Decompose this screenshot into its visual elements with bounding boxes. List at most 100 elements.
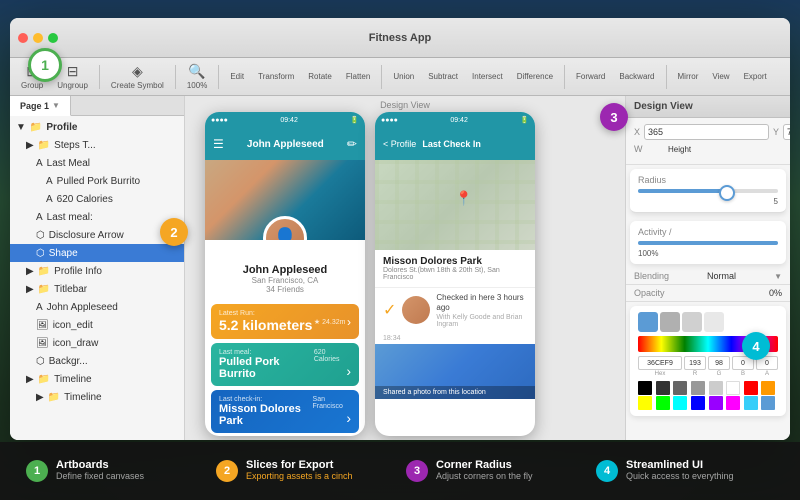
layer-item-last-meal[interactable]: A Last Meal (10, 154, 184, 172)
minimize-button[interactable] (33, 33, 43, 43)
palette-cyan[interactable] (673, 396, 687, 410)
rotate-button[interactable]: Rotate (303, 70, 337, 83)
text-icon: A (36, 212, 43, 223)
fill-opacity-row: Opacity 0% (626, 285, 790, 302)
shape-icon: ⬡ (36, 230, 45, 241)
palette-light-gray[interactable] (709, 381, 723, 395)
layer-item-profile[interactable]: ▼ 📁 Profile (10, 118, 184, 136)
color-swatch-gray3[interactable] (704, 312, 724, 332)
signal-icon: ●●●● (381, 117, 398, 124)
layer-item-icon-edit[interactable]: 🖼 icon_edit (10, 316, 184, 334)
color-swatches (638, 312, 778, 332)
bottom-bar: 1 Artboards Define fixed canvases 2 Slic… (0, 442, 800, 500)
layer-item-timeline[interactable]: ▶ 📁 Timeline (10, 370, 184, 388)
layer-item-last-meal2[interactable]: A Last meal: (10, 208, 184, 226)
flatten-button[interactable]: Flatten (341, 70, 375, 83)
y-input[interactable] (783, 124, 790, 140)
mirror-button[interactable]: Mirror (673, 70, 704, 83)
layer-item-steps[interactable]: ▶ 📁 Steps T... (10, 136, 184, 154)
ungroup-icon: ⊟ (67, 63, 79, 80)
map: 📍 (375, 160, 535, 250)
layer-item-titlebar[interactable]: ▶ 📁 Titlebar (10, 280, 184, 298)
union-button[interactable]: Union (388, 70, 419, 83)
battery-icon: 🔋 (350, 116, 359, 124)
radius-slider[interactable] (638, 189, 778, 193)
maximize-button[interactable] (48, 33, 58, 43)
palette-sky-blue[interactable] (761, 396, 775, 410)
main-content: Page 1 ▼ ▼ 📁 Profile ▶ 📁 Steps T... A (10, 96, 790, 440)
difference-button[interactable]: Difference (512, 70, 558, 83)
layer-item-icon-draw[interactable]: 🖼 icon_draw (10, 334, 184, 352)
inspector-header: Design View (626, 96, 790, 118)
hex-input-group: Hex (638, 356, 682, 377)
phone-status-bar: ●●●● 09:42 🔋 (205, 112, 365, 128)
palette-yellow[interactable] (638, 396, 652, 410)
text-icon: A (46, 194, 53, 205)
layer-item-john[interactable]: A John Appleseed (10, 298, 184, 316)
x-row: X Y (634, 124, 782, 140)
layer-item-shape[interactable]: ⬡ Shape (10, 244, 184, 262)
subtract-button[interactable]: Subtract (423, 70, 463, 83)
zoom-button[interactable]: 🔍 100% (182, 61, 212, 92)
layer-item-timeline-item[interactable]: ▶ 📁 Timeline (10, 388, 184, 406)
triangle-right-icon: ▶ (26, 266, 34, 277)
bottom-item-radius: 3 Corner Radius Adjust corners on the fl… (400, 459, 590, 483)
bottom-callout-3: 3 (406, 460, 428, 482)
view-button[interactable]: View (707, 70, 734, 83)
layer-item-profile-info[interactable]: ▶ 📁 Profile Info (10, 262, 184, 280)
tab-pages[interactable]: Page 1 ▼ (10, 96, 71, 116)
profile-avatar: 👤 (263, 216, 307, 240)
palette-red[interactable] (744, 381, 758, 395)
radius-label: Radius (638, 175, 778, 185)
avatar-face: 👤 (273, 226, 298, 241)
activity-slider[interactable] (638, 241, 778, 245)
layer-item-calories[interactable]: A 620 Calories (10, 190, 184, 208)
palette-purple[interactable] (709, 396, 723, 410)
map-pin: 📍 (455, 190, 472, 207)
export-button[interactable]: Export (739, 70, 772, 83)
intersect-button[interactable]: Intersect (467, 70, 508, 83)
palette-teal[interactable] (744, 396, 758, 410)
palette-dark-gray[interactable] (656, 381, 670, 395)
separator (99, 65, 100, 89)
triangle-right-icon: ▶ (26, 374, 34, 385)
palette-orange[interactable] (761, 381, 775, 395)
separator (666, 65, 667, 89)
menu-icon: ☰ (213, 137, 224, 151)
transform-button[interactable]: Transform (253, 70, 299, 83)
backward-button[interactable]: Backward (614, 70, 659, 83)
x-input[interactable] (644, 124, 769, 140)
color-swatch-blue[interactable] (638, 312, 658, 332)
edit-button[interactable]: Edit (225, 70, 249, 83)
blending-row: Blending Normal ▼ (626, 268, 790, 285)
layer-item-backgr[interactable]: ⬡ Backgr... (10, 352, 184, 370)
palette-gray[interactable] (673, 381, 687, 395)
battery-icon: 🔋 (520, 116, 529, 124)
forward-button[interactable]: Forward (571, 70, 610, 83)
color-swatch-gray1[interactable] (660, 312, 680, 332)
checkin-time: 18:34 (375, 333, 535, 344)
g-input[interactable] (708, 356, 730, 370)
close-button[interactable] (18, 33, 28, 43)
separator (381, 65, 382, 89)
folder-icon: 📁 (38, 284, 50, 295)
palette-mid-gray[interactable] (691, 381, 705, 395)
layer-item-pulled-pork[interactable]: A Pulled Pork Burrito (10, 172, 184, 190)
activity-value-row: 100% (638, 249, 778, 258)
color-swatch-gray2[interactable] (682, 312, 702, 332)
bottom-item-streamlined: 4 Streamlined UI Quick access to everyth… (590, 459, 780, 483)
hex-input[interactable] (638, 356, 682, 370)
r-input[interactable] (684, 356, 706, 370)
palette-green[interactable] (656, 396, 670, 410)
palette-white[interactable] (726, 381, 740, 395)
canvas[interactable]: Design View ●●●● 09:42 🔋 ☰ John Applesee… (185, 96, 625, 440)
phone-checkin: ●●●● 09:42 🔋 < Profile Last Check In 📍 (375, 112, 535, 436)
create-symbol-button[interactable]: ◈ Create Symbol (106, 61, 169, 92)
palette-blue[interactable] (691, 396, 705, 410)
layer-item-disclosure[interactable]: ⬡ Disclosure Arrow (10, 226, 184, 244)
activity-label: Activity / (638, 227, 778, 237)
palette-black[interactable] (638, 381, 652, 395)
palette-magenta[interactable] (726, 396, 740, 410)
color-panel: Hex R G B A (630, 306, 786, 416)
radius-section: Radius 5 (630, 169, 786, 213)
